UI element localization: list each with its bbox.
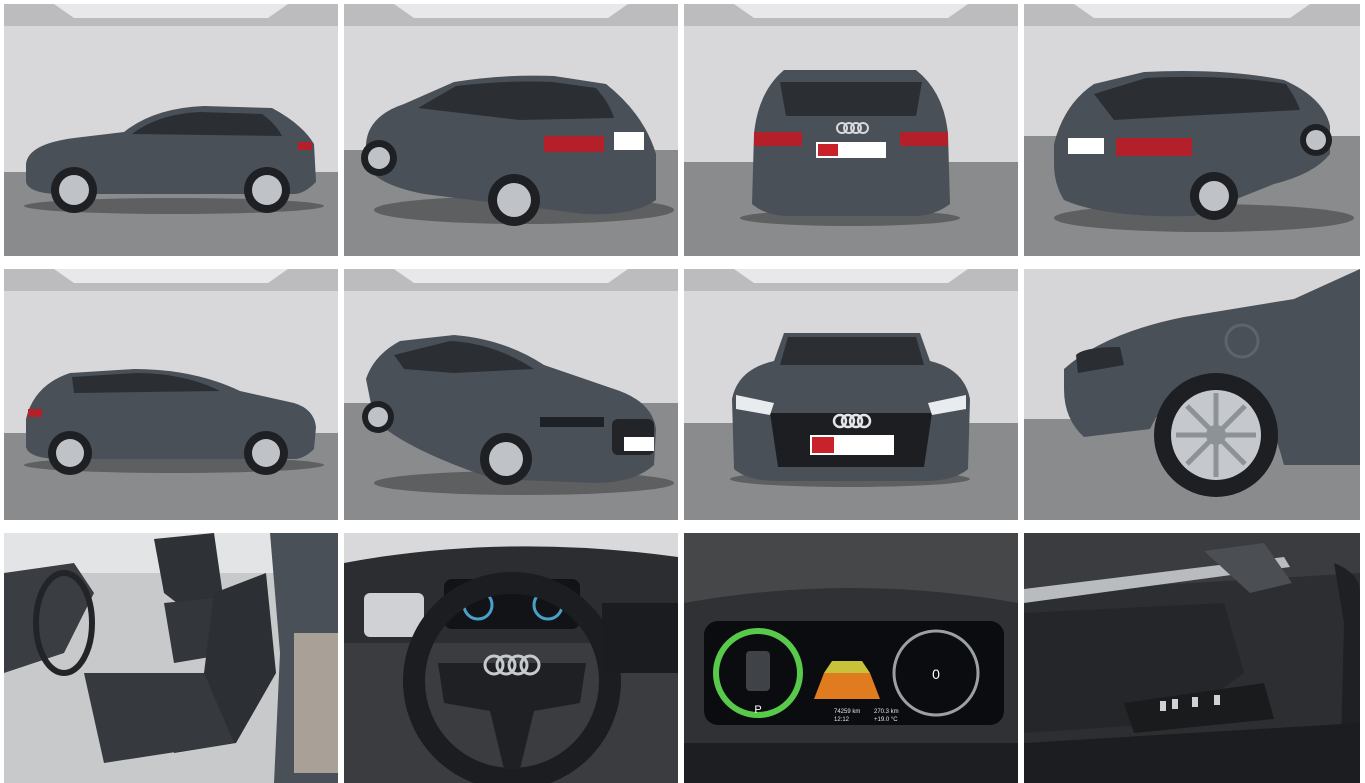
cluster-temp: +19.0 °C (874, 717, 898, 723)
cluster-time: 12:12 (834, 717, 850, 723)
gallery-image-rear[interactable]: rear (684, 4, 1018, 256)
gallery-image-instrument-cluster[interactable]: P 0 74259 km 12:12 270.3 km +19.0 °C ins… (684, 533, 1018, 783)
cluster-speed: 0 (932, 666, 940, 682)
cluster-gear: P (754, 704, 761, 716)
gallery-image-side-left[interactable]: side-left (4, 4, 338, 256)
gallery-image-side-right[interactable]: side-right (4, 269, 338, 520)
cluster-odometer: 74259 km (834, 709, 860, 715)
gallery-image-steering-wheel[interactable]: steering-wheel (344, 533, 678, 783)
gallery-image-front-three-quarter[interactable]: front-three-quarter (344, 269, 678, 520)
gallery-image-rear-three-quarter-right[interactable]: rear-three-quarter-right (1024, 4, 1360, 256)
gallery-image-door-panel[interactable]: door-panel (1024, 533, 1360, 783)
cluster-range: 270.3 km (874, 709, 899, 715)
gallery-image-rear-three-quarter-left[interactable]: rear-three-quarter-left (344, 4, 678, 256)
photo-gallery-grid: side-left rear-three-quarter-left (0, 0, 1365, 783)
gallery-image-front[interactable]: front (684, 269, 1018, 520)
gallery-image-front-wheel-detail[interactable]: front-wheel-detail (1024, 269, 1360, 520)
gallery-image-front-seats[interactable]: front-seats (4, 533, 338, 783)
